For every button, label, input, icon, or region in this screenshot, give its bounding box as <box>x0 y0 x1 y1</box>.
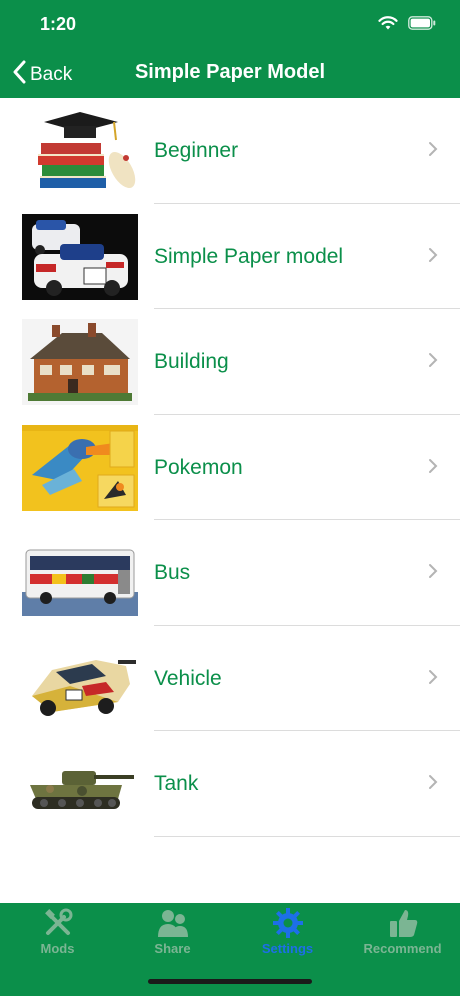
row-divider <box>154 835 460 837</box>
chevron-right-icon <box>428 458 438 479</box>
thumbs-up-icon <box>345 907 460 939</box>
tab-label: Settings <box>261 941 314 956</box>
tab-label: Mods <box>40 941 75 956</box>
tab-mods[interactable]: Mods <box>0 907 115 963</box>
list-item-vehicle[interactable]: Vehicle <box>0 626 460 731</box>
list-item-simple-paper-model[interactable]: Simple Paper model <box>0 204 460 309</box>
navigation-bar: Back Simple Paper Model <box>0 50 460 98</box>
list-item-label: Simple Paper model <box>154 244 344 268</box>
users-icon <box>115 907 230 939</box>
tab-recommend[interactable]: Recommend <box>345 907 460 963</box>
category-list: Beginner Simple Paper model Building Pok… <box>0 98 460 837</box>
chevron-right-icon <box>428 141 438 162</box>
building-thumbnail <box>22 319 138 405</box>
tank-thumbnail <box>22 741 138 827</box>
vehicle-thumbnail <box>22 635 138 722</box>
tab-share[interactable]: Share <box>115 907 230 963</box>
list-item-label: Bus <box>154 561 191 584</box>
chevron-right-icon <box>428 669 438 690</box>
status-time: 1:20 <box>40 14 77 34</box>
list-item-bus[interactable]: Bus <box>0 520 460 626</box>
tab-label: Share <box>154 941 191 956</box>
page-title: Simple Paper Model <box>134 61 326 83</box>
list-item-beginner[interactable]: Beginner <box>0 98 460 204</box>
list-item-label: Tank <box>154 772 199 795</box>
list-item-pokemon[interactable]: Pokemon <box>0 415 460 520</box>
list-item-label: Pokemon <box>154 455 243 479</box>
chevron-right-icon <box>428 563 438 584</box>
list-item-label: Vehicle <box>154 666 222 690</box>
tab-label: Recommend <box>363 941 442 956</box>
tab-settings[interactable]: Settings <box>230 907 345 963</box>
beginner-thumbnail <box>22 108 138 194</box>
tools-icon <box>0 907 115 939</box>
pokemon-thumbnail <box>22 424 138 511</box>
list-item-label: Building <box>154 350 229 373</box>
bus-thumbnail <box>22 530 138 616</box>
chevron-right-icon <box>428 352 438 373</box>
battery-icon <box>408 16 436 35</box>
gear-icon <box>230 907 345 939</box>
app-header: 1:20 Back Simple Paper Model <box>0 0 460 98</box>
wifi-icon <box>378 15 398 36</box>
home-indicator <box>148 979 312 984</box>
list-item-label: Beginner <box>154 139 239 162</box>
list-item-tank[interactable]: Tank <box>0 731 460 837</box>
simple-paper-model-thumbnail <box>22 213 138 300</box>
chevron-right-icon <box>428 247 438 268</box>
list-item-building[interactable]: Building <box>0 309 460 415</box>
chevron-right-icon <box>428 774 438 795</box>
status-icons <box>378 15 436 36</box>
status-bar: 1:20 <box>0 0 460 50</box>
